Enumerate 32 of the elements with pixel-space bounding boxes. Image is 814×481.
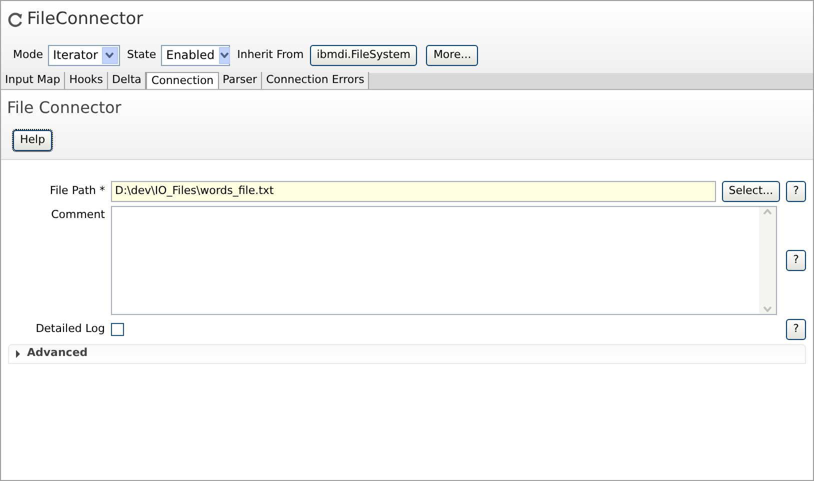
select-button[interactable]: Select... xyxy=(722,180,780,202)
inherit-button[interactable]: ibmdi.FileSystem xyxy=(310,44,418,66)
field-label: Comment xyxy=(50,206,105,222)
field-label: Detailed Log xyxy=(34,320,105,337)
refresh-icon xyxy=(8,12,24,28)
more-button[interactable]: More... xyxy=(426,44,478,66)
scrollbar[interactable] xyxy=(759,206,776,314)
scroll-down-icon xyxy=(763,306,772,312)
advanced-label: Advanced xyxy=(27,345,88,362)
state-label: State xyxy=(126,46,156,63)
help-button[interactable]: ? xyxy=(786,180,806,202)
inherit-label: Inherit From xyxy=(237,46,304,63)
help-button[interactable]: ? xyxy=(786,250,806,270)
help-button[interactable]: ? xyxy=(786,318,806,340)
advanced-section[interactable]: Advanced xyxy=(8,344,806,364)
file-path-field[interactable]: D:\dev\IO_Files\words_file.txt xyxy=(111,180,716,202)
mode-label: Mode xyxy=(13,46,43,63)
tab[interactable]: Hooks xyxy=(65,72,108,88)
scroll-up-icon xyxy=(763,208,772,214)
tab[interactable]: Delta xyxy=(108,72,146,88)
checkbox[interactable] xyxy=(111,322,124,336)
window-title: FileConnector xyxy=(27,8,144,31)
tab[interactable]: Parser xyxy=(218,72,262,88)
mode-dropdown[interactable]: Iterator xyxy=(48,44,120,66)
state-dropdown[interactable]: Enabled xyxy=(161,44,230,66)
help-button[interactable]: Help xyxy=(13,130,52,150)
comment-field[interactable] xyxy=(111,206,778,314)
field-label: File Path * xyxy=(48,182,105,199)
tab[interactable]: Connection xyxy=(146,72,219,88)
tab[interactable]: Connection Errors xyxy=(262,72,370,88)
section-title: File Connector xyxy=(7,96,122,118)
tab[interactable]: Input Map xyxy=(1,72,66,88)
